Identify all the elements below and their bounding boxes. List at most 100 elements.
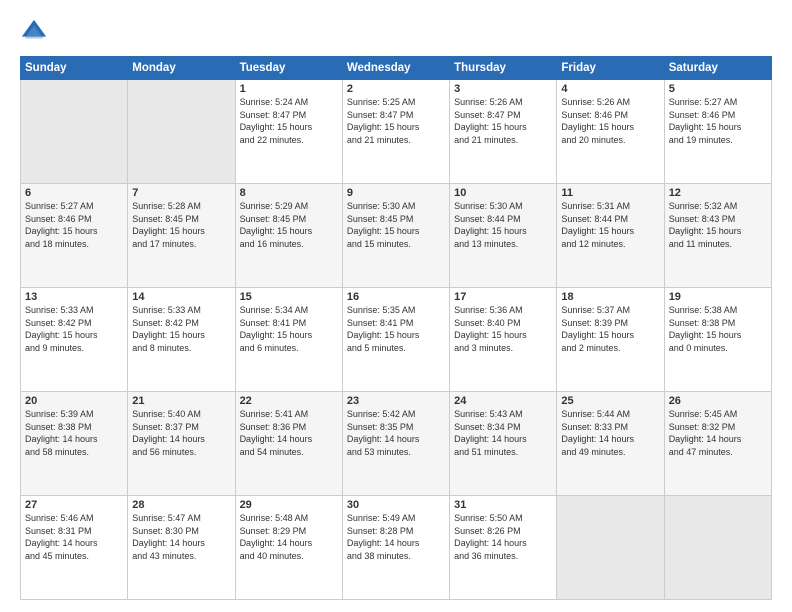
- day-number: 4: [561, 83, 659, 95]
- day-info: Sunrise: 5:39 AM Sunset: 8:38 PM Dayligh…: [25, 408, 123, 458]
- weekday-header-wednesday: Wednesday: [342, 57, 449, 80]
- day-number: 22: [240, 395, 338, 407]
- day-info: Sunrise: 5:31 AM Sunset: 8:44 PM Dayligh…: [561, 200, 659, 250]
- weekday-header-sunday: Sunday: [21, 57, 128, 80]
- calendar-cell: 11Sunrise: 5:31 AM Sunset: 8:44 PM Dayli…: [557, 184, 664, 288]
- day-number: 8: [240, 187, 338, 199]
- calendar-cell: 16Sunrise: 5:35 AM Sunset: 8:41 PM Dayli…: [342, 288, 449, 392]
- day-number: 23: [347, 395, 445, 407]
- calendar-cell: 10Sunrise: 5:30 AM Sunset: 8:44 PM Dayli…: [450, 184, 557, 288]
- day-number: 1: [240, 83, 338, 95]
- calendar-table: SundayMondayTuesdayWednesdayThursdayFrid…: [20, 56, 772, 600]
- weekday-header-friday: Friday: [557, 57, 664, 80]
- day-info: Sunrise: 5:30 AM Sunset: 8:45 PM Dayligh…: [347, 200, 445, 250]
- day-number: 5: [669, 83, 767, 95]
- day-number: 13: [25, 291, 123, 303]
- day-number: 25: [561, 395, 659, 407]
- calendar-cell: [664, 496, 771, 600]
- calendar-cell: 28Sunrise: 5:47 AM Sunset: 8:30 PM Dayli…: [128, 496, 235, 600]
- day-info: Sunrise: 5:26 AM Sunset: 8:47 PM Dayligh…: [454, 96, 552, 146]
- day-info: Sunrise: 5:47 AM Sunset: 8:30 PM Dayligh…: [132, 512, 230, 562]
- calendar-cell: [21, 80, 128, 184]
- day-number: 27: [25, 499, 123, 511]
- weekday-header-tuesday: Tuesday: [235, 57, 342, 80]
- week-row-5: 27Sunrise: 5:46 AM Sunset: 8:31 PM Dayli…: [21, 496, 772, 600]
- calendar-cell: 30Sunrise: 5:49 AM Sunset: 8:28 PM Dayli…: [342, 496, 449, 600]
- day-number: 3: [454, 83, 552, 95]
- day-number: 11: [561, 187, 659, 199]
- calendar-cell: 15Sunrise: 5:34 AM Sunset: 8:41 PM Dayli…: [235, 288, 342, 392]
- day-number: 17: [454, 291, 552, 303]
- day-number: 31: [454, 499, 552, 511]
- calendar-cell: 25Sunrise: 5:44 AM Sunset: 8:33 PM Dayli…: [557, 392, 664, 496]
- day-number: 28: [132, 499, 230, 511]
- weekday-header-thursday: Thursday: [450, 57, 557, 80]
- day-number: 24: [454, 395, 552, 407]
- day-number: 2: [347, 83, 445, 95]
- day-info: Sunrise: 5:30 AM Sunset: 8:44 PM Dayligh…: [454, 200, 552, 250]
- logo: [20, 18, 52, 46]
- calendar-cell: [557, 496, 664, 600]
- calendar-cell: 8Sunrise: 5:29 AM Sunset: 8:45 PM Daylig…: [235, 184, 342, 288]
- day-number: 6: [25, 187, 123, 199]
- day-number: 29: [240, 499, 338, 511]
- calendar-cell: [128, 80, 235, 184]
- day-info: Sunrise: 5:44 AM Sunset: 8:33 PM Dayligh…: [561, 408, 659, 458]
- day-info: Sunrise: 5:34 AM Sunset: 8:41 PM Dayligh…: [240, 304, 338, 354]
- calendar-cell: 7Sunrise: 5:28 AM Sunset: 8:45 PM Daylig…: [128, 184, 235, 288]
- day-info: Sunrise: 5:41 AM Sunset: 8:36 PM Dayligh…: [240, 408, 338, 458]
- day-info: Sunrise: 5:24 AM Sunset: 8:47 PM Dayligh…: [240, 96, 338, 146]
- logo-icon: [20, 18, 48, 46]
- calendar-cell: 24Sunrise: 5:43 AM Sunset: 8:34 PM Dayli…: [450, 392, 557, 496]
- calendar-cell: 19Sunrise: 5:38 AM Sunset: 8:38 PM Dayli…: [664, 288, 771, 392]
- day-info: Sunrise: 5:25 AM Sunset: 8:47 PM Dayligh…: [347, 96, 445, 146]
- calendar-cell: 5Sunrise: 5:27 AM Sunset: 8:46 PM Daylig…: [664, 80, 771, 184]
- day-number: 18: [561, 291, 659, 303]
- calendar-header: SundayMondayTuesdayWednesdayThursdayFrid…: [21, 57, 772, 80]
- day-info: Sunrise: 5:27 AM Sunset: 8:46 PM Dayligh…: [25, 200, 123, 250]
- calendar-cell: 17Sunrise: 5:36 AM Sunset: 8:40 PM Dayli…: [450, 288, 557, 392]
- week-row-4: 20Sunrise: 5:39 AM Sunset: 8:38 PM Dayli…: [21, 392, 772, 496]
- day-info: Sunrise: 5:27 AM Sunset: 8:46 PM Dayligh…: [669, 96, 767, 146]
- calendar-cell: 6Sunrise: 5:27 AM Sunset: 8:46 PM Daylig…: [21, 184, 128, 288]
- day-info: Sunrise: 5:43 AM Sunset: 8:34 PM Dayligh…: [454, 408, 552, 458]
- day-number: 12: [669, 187, 767, 199]
- day-info: Sunrise: 5:26 AM Sunset: 8:46 PM Dayligh…: [561, 96, 659, 146]
- calendar-body: 1Sunrise: 5:24 AM Sunset: 8:47 PM Daylig…: [21, 80, 772, 600]
- day-info: Sunrise: 5:37 AM Sunset: 8:39 PM Dayligh…: [561, 304, 659, 354]
- day-number: 26: [669, 395, 767, 407]
- week-row-2: 6Sunrise: 5:27 AM Sunset: 8:46 PM Daylig…: [21, 184, 772, 288]
- calendar-cell: 31Sunrise: 5:50 AM Sunset: 8:26 PM Dayli…: [450, 496, 557, 600]
- day-number: 30: [347, 499, 445, 511]
- day-info: Sunrise: 5:33 AM Sunset: 8:42 PM Dayligh…: [132, 304, 230, 354]
- day-info: Sunrise: 5:36 AM Sunset: 8:40 PM Dayligh…: [454, 304, 552, 354]
- day-info: Sunrise: 5:50 AM Sunset: 8:26 PM Dayligh…: [454, 512, 552, 562]
- calendar-cell: 22Sunrise: 5:41 AM Sunset: 8:36 PM Dayli…: [235, 392, 342, 496]
- calendar-cell: 26Sunrise: 5:45 AM Sunset: 8:32 PM Dayli…: [664, 392, 771, 496]
- day-info: Sunrise: 5:35 AM Sunset: 8:41 PM Dayligh…: [347, 304, 445, 354]
- calendar-cell: 21Sunrise: 5:40 AM Sunset: 8:37 PM Dayli…: [128, 392, 235, 496]
- day-info: Sunrise: 5:40 AM Sunset: 8:37 PM Dayligh…: [132, 408, 230, 458]
- calendar-cell: 1Sunrise: 5:24 AM Sunset: 8:47 PM Daylig…: [235, 80, 342, 184]
- calendar-cell: 4Sunrise: 5:26 AM Sunset: 8:46 PM Daylig…: [557, 80, 664, 184]
- day-number: 7: [132, 187, 230, 199]
- day-number: 9: [347, 187, 445, 199]
- day-info: Sunrise: 5:45 AM Sunset: 8:32 PM Dayligh…: [669, 408, 767, 458]
- week-row-1: 1Sunrise: 5:24 AM Sunset: 8:47 PM Daylig…: [21, 80, 772, 184]
- day-info: Sunrise: 5:38 AM Sunset: 8:38 PM Dayligh…: [669, 304, 767, 354]
- day-info: Sunrise: 5:49 AM Sunset: 8:28 PM Dayligh…: [347, 512, 445, 562]
- day-info: Sunrise: 5:32 AM Sunset: 8:43 PM Dayligh…: [669, 200, 767, 250]
- day-number: 19: [669, 291, 767, 303]
- day-info: Sunrise: 5:28 AM Sunset: 8:45 PM Dayligh…: [132, 200, 230, 250]
- day-number: 10: [454, 187, 552, 199]
- calendar-cell: 12Sunrise: 5:32 AM Sunset: 8:43 PM Dayli…: [664, 184, 771, 288]
- day-number: 16: [347, 291, 445, 303]
- calendar-cell: 27Sunrise: 5:46 AM Sunset: 8:31 PM Dayli…: [21, 496, 128, 600]
- day-info: Sunrise: 5:48 AM Sunset: 8:29 PM Dayligh…: [240, 512, 338, 562]
- calendar-cell: 23Sunrise: 5:42 AM Sunset: 8:35 PM Dayli…: [342, 392, 449, 496]
- calendar-cell: 2Sunrise: 5:25 AM Sunset: 8:47 PM Daylig…: [342, 80, 449, 184]
- day-info: Sunrise: 5:46 AM Sunset: 8:31 PM Dayligh…: [25, 512, 123, 562]
- calendar-cell: 20Sunrise: 5:39 AM Sunset: 8:38 PM Dayli…: [21, 392, 128, 496]
- day-info: Sunrise: 5:33 AM Sunset: 8:42 PM Dayligh…: [25, 304, 123, 354]
- calendar-cell: 3Sunrise: 5:26 AM Sunset: 8:47 PM Daylig…: [450, 80, 557, 184]
